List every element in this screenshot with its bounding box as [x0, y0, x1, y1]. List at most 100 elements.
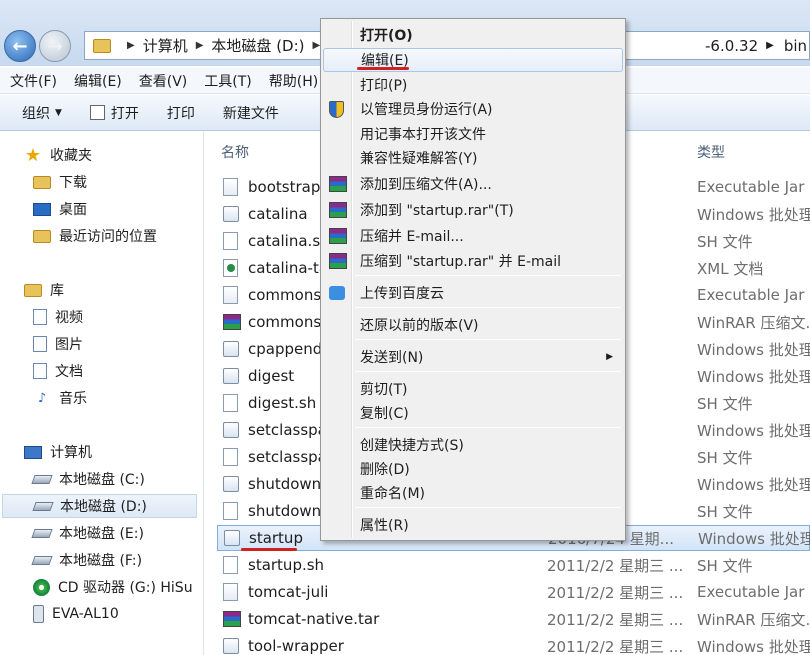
open-icon: [89, 105, 105, 120]
file-type: SH 文件: [697, 502, 753, 521]
menu-item-upload-baidu[interactable]: 上传到百度云: [323, 281, 623, 305]
menu-item-properties[interactable]: 属性(R): [323, 513, 623, 537]
video-icon: [33, 309, 47, 325]
submenu-arrow-icon: ▶: [606, 352, 613, 362]
menu-item-delete[interactable]: 删除(D): [323, 457, 623, 481]
nav-label: 本地磁盘 (F:): [59, 553, 143, 569]
nav-favorites[interactable]: ★ 收藏夹: [24, 143, 92, 167]
nav-label: 库: [50, 283, 64, 299]
file-date: 2011/2/2 星期三 ...: [547, 556, 684, 575]
file-name: commons: [248, 313, 322, 331]
winrar-icon: [329, 228, 347, 244]
nav-drive-e[interactable]: 本地磁盘 (E:): [31, 521, 144, 545]
nav-drive-d[interactable]: 本地磁盘 (D:): [2, 494, 197, 518]
batch-file-icon: [223, 422, 239, 438]
menu-item-label: 复制(C): [360, 406, 409, 422]
file-icon: [223, 556, 238, 574]
nav-drive-g[interactable]: CD 驱动器 (G:) HiSu: [33, 575, 193, 599]
menu-item-send-to[interactable]: 发送到(N) ▶: [323, 345, 623, 369]
menu-item-compat-troubleshoot[interactable]: 兼容性疑难解答(Y): [323, 146, 623, 170]
breadcrumb-item[interactable]: -6.0.32: [705, 37, 758, 55]
breadcrumb-item[interactable]: 本地磁盘 (D:): [211, 35, 304, 56]
menu-item-label: 还原以前的版本(V): [360, 318, 479, 334]
menu-item-open-notepad[interactable]: 用记事本打开该文件: [323, 122, 623, 146]
menu-item-open[interactable]: 打开(O): [323, 23, 623, 47]
file-row[interactable]: startup.sh 2011/2/2 星期三 ... SH 文件: [217, 552, 810, 578]
nav-pictures[interactable]: 图片: [33, 332, 83, 356]
organize-button[interactable]: 组织 ▼: [22, 103, 62, 123]
nav-device[interactable]: EVA-AL10: [33, 602, 119, 626]
column-header-name[interactable]: 名称: [221, 142, 249, 162]
menu-view[interactable]: 查看(V): [139, 71, 188, 91]
file-type: SH 文件: [697, 448, 753, 467]
file-name: tomcat-juli: [248, 583, 329, 601]
nav-computer[interactable]: 计算机: [24, 440, 92, 464]
menu-item-label: 打印(P): [360, 78, 408, 94]
open-label: 打开: [110, 105, 139, 122]
nav-label: CD 驱动器 (G:) HiSu: [58, 580, 193, 596]
nav-drive-f[interactable]: 本地磁盘 (F:): [31, 548, 143, 572]
menu-item-rename[interactable]: 重命名(M): [323, 481, 623, 505]
breadcrumb-item[interactable]: 计算机: [143, 35, 188, 56]
file-type: Windows 批处理: [697, 637, 810, 655]
chevron-right-icon[interactable]: ▶: [127, 40, 135, 51]
nav-music[interactable]: ♪ 音乐: [33, 386, 87, 410]
nav-label: 下载: [59, 175, 87, 191]
menu-item-add-to-startup-rar[interactable]: 添加到 "startup.rar"(T): [323, 198, 623, 222]
menu-item-copy[interactable]: 复制(C): [323, 401, 623, 425]
menu-item-compress-email[interactable]: 压缩并 E-mail...: [323, 224, 623, 248]
menu-item-label: 用记事本打开该文件: [360, 127, 486, 143]
nav-downloads[interactable]: 下载: [33, 170, 87, 194]
menu-item-restore-versions[interactable]: 还原以前的版本(V): [323, 313, 623, 337]
downloads-folder-icon: [33, 175, 51, 189]
nav-label: 本地磁盘 (D:): [60, 499, 147, 515]
menu-item-label: 剪切(T): [360, 382, 408, 398]
file-date: 2011/2/2 星期三 ...: [547, 610, 684, 629]
menu-item-label: 创建快捷方式(S): [360, 438, 464, 454]
print-button[interactable]: 打印: [167, 103, 195, 123]
column-header-type[interactable]: 类型: [697, 142, 725, 162]
menu-item-add-to-archive[interactable]: 添加到压缩文件(A)...: [323, 172, 623, 196]
nav-recent-places[interactable]: 最近访问的位置: [33, 224, 157, 248]
new-folder-button[interactable]: 新建文件: [223, 103, 279, 123]
file-name: digest: [248, 367, 295, 385]
drive-icon: [31, 528, 53, 538]
file-row[interactable]: tomcat-juli 2011/2/2 星期三 ... Executable Ja…: [217, 579, 810, 605]
nav-drive-c[interactable]: 本地磁盘 (C:): [31, 467, 145, 491]
nav-libraries[interactable]: 库: [24, 278, 64, 302]
menu-help[interactable]: 帮助(H): [269, 71, 318, 91]
menu-item-print[interactable]: 打印(P): [323, 73, 623, 97]
nav-label: 视频: [55, 310, 83, 326]
menu-item-label: 删除(D): [360, 462, 410, 478]
nav-label: 文档: [55, 364, 83, 380]
back-button[interactable]: ←: [4, 30, 36, 62]
menu-tools[interactable]: 工具(T): [204, 71, 251, 91]
red-underline-startup: [241, 548, 297, 551]
forward-button[interactable]: →: [39, 30, 71, 62]
open-button[interactable]: 打开: [89, 103, 139, 123]
uac-shield-icon: [329, 100, 344, 118]
chevron-right-icon[interactable]: ▶: [196, 40, 204, 51]
chevron-right-icon[interactable]: ▶: [766, 40, 774, 51]
file-type: WinRAR 压缩文.: [697, 610, 810, 629]
file-icon: [223, 448, 238, 466]
forward-arrow-icon: →: [47, 35, 63, 57]
nav-desktop[interactable]: 桌面: [33, 197, 87, 221]
menu-item-cut[interactable]: 剪切(T): [323, 377, 623, 401]
menu-file[interactable]: 文件(F): [10, 71, 57, 91]
file-name: digest.sh: [248, 394, 317, 412]
menu-item-create-shortcut[interactable]: 创建快捷方式(S): [323, 433, 623, 457]
baidu-cloud-icon: [329, 286, 345, 300]
file-row[interactable]: tomcat-native.tar 2011/2/2 星期三 ... WinRAR …: [217, 606, 810, 632]
nav-videos[interactable]: 视频: [33, 305, 83, 329]
file-row[interactable]: tool-wrapper 2011/2/2 星期三 ... Windows 批处理: [217, 633, 810, 655]
file-type: Windows 批处理: [697, 340, 810, 359]
menu-item-compress-startup-email[interactable]: 压缩到 "startup.rar" 并 E-mail: [323, 249, 623, 273]
menu-item-run-as-admin[interactable]: 以管理员身份运行(A): [323, 97, 623, 121]
menu-item-label: 重命名(M): [360, 486, 426, 502]
breadcrumb-current[interactable]: bin: [784, 37, 807, 55]
menu-separator: [355, 307, 621, 308]
nav-documents[interactable]: 文档: [33, 359, 83, 383]
batch-file-icon: [223, 368, 239, 384]
menu-edit[interactable]: 编辑(E): [74, 71, 122, 91]
